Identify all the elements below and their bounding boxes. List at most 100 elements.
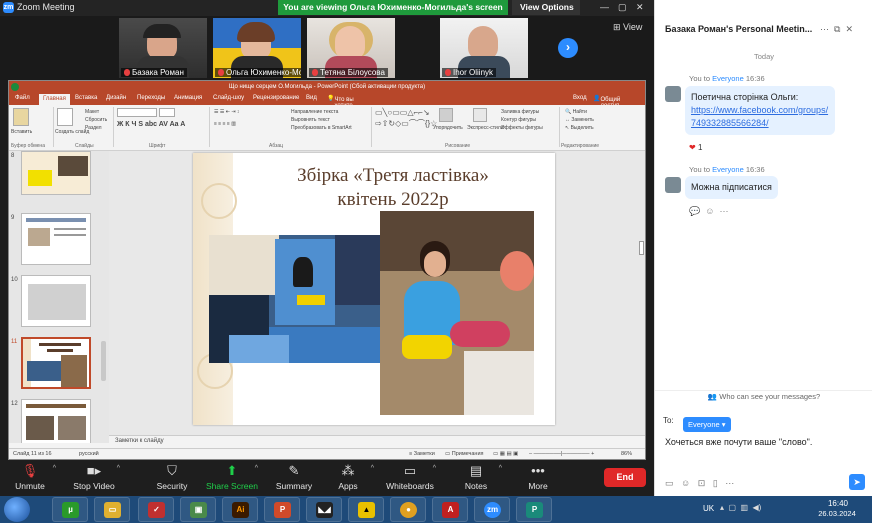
tab-transitions[interactable]: Переходы	[137, 95, 165, 101]
slide-thumbnail[interactable]	[21, 151, 91, 195]
start-button[interactable]	[4, 497, 30, 522]
tab-review[interactable]: Рецензирование	[253, 95, 299, 101]
list-buttons[interactable]: ☰ ☰ ⇤ ⇥ ↕	[214, 109, 239, 115]
end-meeting-button[interactable]: End	[604, 468, 646, 487]
view-button[interactable]: ⊞ View	[613, 22, 642, 33]
taskbar-app-triangle[interactable]: ▲	[348, 497, 384, 522]
view-switch-buttons[interactable]: ▭ ▦ ▤ ▣	[493, 451, 518, 457]
font-size-field[interactable]	[159, 108, 175, 117]
participant-tile[interactable]: Ihor Oliinyk	[440, 18, 528, 78]
more-options-icon[interactable]: ⋯	[820, 24, 829, 34]
chevron-up-icon[interactable]: ^	[499, 465, 502, 472]
clock-time[interactable]: 16:40	[818, 499, 858, 508]
clock-date[interactable]: 26.03.2024	[812, 509, 862, 518]
taskbar-app-cat[interactable]: ◣◢	[306, 497, 342, 522]
share-link[interactable]: 👤 Общий доступ	[593, 95, 620, 109]
chevron-up-icon[interactable]: ^	[255, 465, 258, 472]
shape-effects-button[interactable]: Эффекты фигуры	[501, 125, 543, 131]
taskbar-app-publisher[interactable]: P	[516, 497, 552, 522]
chevron-up-icon[interactable]: ^	[53, 465, 56, 472]
shape-fill-button[interactable]: Заливка фигуры	[501, 109, 539, 115]
tab-slideshow[interactable]: Слайд-шоу	[213, 95, 244, 101]
format-text-icon[interactable]: ▭	[665, 478, 674, 488]
chevron-up-icon[interactable]: ^	[117, 465, 120, 472]
taskbar-app-monitor[interactable]: ▣	[180, 497, 216, 522]
chevron-up-icon[interactable]: ^	[371, 465, 374, 472]
participant-tile[interactable]: Базака Роман	[119, 18, 207, 78]
thumbnails-scrollbar[interactable]	[101, 341, 106, 381]
heart-reaction[interactable]: ❤ 1	[689, 143, 702, 152]
slide-thumbnail-selected[interactable]	[21, 337, 91, 389]
participant-tile[interactable]: Ольга Юхименко-Моги...	[213, 18, 301, 78]
send-button[interactable]: ➤	[849, 474, 865, 490]
who-can-see-link[interactable]: 👥 Who can see your messages?	[655, 392, 872, 401]
file-icon[interactable]: ▯	[713, 478, 718, 488]
notes-button[interactable]: ▤ Notes ^	[446, 462, 506, 494]
taskbar-app-explorer[interactable]: ▭	[94, 497, 130, 522]
find-button[interactable]: 🔍 Найти	[565, 109, 587, 115]
tell-me-search[interactable]: 💡 Что вы хотите сделать?	[327, 95, 360, 115]
font-name-field[interactable]	[117, 108, 157, 117]
language-indicator[interactable]: русский	[79, 451, 99, 457]
slide-thumbnail[interactable]	[21, 399, 91, 443]
smartart-button[interactable]: Преобразовать в SmartArt	[291, 125, 352, 131]
new-slide-icon[interactable]	[57, 108, 73, 126]
paste-icon[interactable]	[13, 108, 29, 126]
tab-insert[interactable]: Вставка	[75, 95, 97, 101]
screenshot-icon[interactable]: ⊡	[698, 478, 706, 488]
network-icon[interactable]: ▥	[740, 503, 748, 512]
tab-animations[interactable]: Анимация	[174, 95, 202, 101]
notes-pane[interactable]: Заметки к слайду	[109, 435, 645, 445]
popout-icon[interactable]: ⧉	[834, 24, 840, 34]
participant-tile[interactable]: Тетяна Білоусова	[307, 18, 395, 78]
next-participants-button[interactable]: ›	[558, 38, 578, 58]
arrange-icon[interactable]	[439, 108, 453, 122]
current-slide[interactable]: Збірка «Третя ластівка» квітень 2022р	[193, 153, 555, 425]
volume-icon[interactable]: ◀)	[753, 503, 762, 512]
shape-outline-button[interactable]: Контур фигуры	[501, 117, 536, 123]
taskbar-app-powerpoint[interactable]: P	[264, 497, 300, 522]
zoom-level[interactable]: 86%	[621, 451, 632, 457]
replace-button[interactable]: ↔ Заменить	[565, 117, 594, 123]
more-dots-icon[interactable]: ⋯	[719, 206, 728, 216]
tab-file[interactable]: Файл	[15, 95, 30, 101]
tray-expand-icon[interactable]: ▴	[720, 503, 724, 512]
taskbar-app-illustrator[interactable]: Ai	[222, 497, 258, 522]
tab-view[interactable]: Вид	[306, 95, 317, 101]
whiteboards-button[interactable]: ▭ Whiteboards ^	[380, 462, 440, 494]
unmute-button[interactable]: 🎙 Unmute ^	[0, 462, 60, 494]
align-buttons[interactable]: ≡ ≡ ≡ ≡ ▥	[214, 121, 236, 127]
reply-icon[interactable]: 💬	[689, 206, 700, 216]
share-screen-button[interactable]: ⬆ Share Screen ^	[202, 462, 262, 494]
taskbar-app-pdf[interactable]: A	[432, 497, 468, 522]
more-button[interactable]: ••• More	[508, 462, 568, 494]
recipient-selector[interactable]: Everyone ▾	[683, 417, 731, 432]
slide-scrollbar-thumb[interactable]	[639, 241, 644, 255]
notes-toggle[interactable]: ≡ Заметки	[409, 451, 435, 457]
security-button[interactable]: ⛉ Security	[142, 462, 202, 494]
view-options-button[interactable]: View Options ▾	[512, 0, 580, 27]
sign-in-link[interactable]: Вход	[573, 95, 587, 101]
select-button[interactable]: ↖ Выделить	[565, 125, 594, 131]
zoom-slider[interactable]: – ───────|─────── +	[529, 451, 594, 457]
slide-thumbnail[interactable]	[21, 275, 91, 327]
taskbar-app-torrent[interactable]: µ	[52, 497, 88, 522]
minimize-icon[interactable]: —	[600, 2, 609, 12]
taskbar-app-chrome[interactable]: ●	[390, 497, 426, 522]
text-direction-button[interactable]: Направление текста	[291, 109, 338, 115]
summary-button[interactable]: ✎ Summary	[264, 462, 324, 494]
tray-app-icon[interactable]: ▢	[728, 503, 736, 512]
taskbar-app-tool[interactable]: ✓	[138, 497, 174, 522]
stop-video-button[interactable]: ■▸ Stop Video ^	[64, 462, 124, 494]
reset-button[interactable]: Сбросить	[85, 117, 107, 123]
add-reaction-icon[interactable]: ☺	[705, 206, 714, 216]
message-link[interactable]: https://www.facebook.com/groups/74933288…	[691, 105, 828, 128]
shapes-gallery-row2[interactable]: ⇨⇧↻◇▭⌒⌒{}☆	[375, 118, 437, 129]
tab-home[interactable]: Главная	[39, 94, 70, 105]
language-indicator[interactable]: UK	[703, 504, 714, 513]
shapes-gallery[interactable]: ▭╲○▭▭△⌐⌐↘	[375, 108, 430, 117]
close-chat-icon[interactable]: ✕	[845, 24, 853, 34]
chevron-up-icon[interactable]: ^	[433, 465, 436, 472]
quick-styles-icon[interactable]	[473, 108, 487, 122]
font-format-buttons[interactable]: Ж К Ч S abc AV Aa A	[117, 121, 185, 128]
